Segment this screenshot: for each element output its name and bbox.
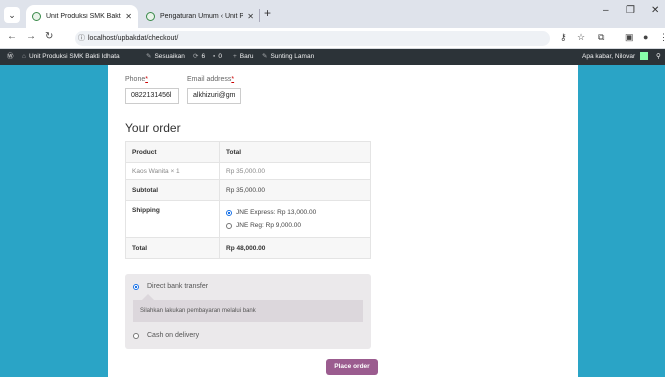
table-row: Kaos Wanita × 1 Rp 35,000.00 xyxy=(125,162,371,180)
site-name-label: Unit Produksi SMK Bakti Idhata xyxy=(28,53,120,60)
customize-label: Sesuaikan xyxy=(154,53,185,60)
phone-label: Phone* xyxy=(125,76,148,83)
sidepanel-icon[interactable]: ▣ xyxy=(625,32,634,43)
admin-edit-page[interactable]: ✎ Sunting Laman xyxy=(262,49,314,65)
avatar xyxy=(639,52,648,61)
admin-account[interactable]: Apa kabar, Nilovar xyxy=(582,49,648,65)
item-name-cell: Kaos Wanita × 1 xyxy=(125,162,220,180)
email-label: Email address* xyxy=(187,76,235,83)
tab-title: Pengaturan Umum ‹ Unit Produ xyxy=(160,13,244,20)
updates-icon: ⟳ xyxy=(193,53,199,60)
tab-search-icon[interactable]: ⌄ xyxy=(4,7,20,23)
total-value: Rp 48,000.00 xyxy=(219,237,371,259)
order-heading: Your order xyxy=(125,121,181,135)
shipping-option-jne-express[interactable]: JNE Express: Rp 13,000.00 xyxy=(226,206,364,219)
subtotal-label: Subtotal xyxy=(125,179,220,201)
subtotal-row: Subtotal Rp 35,000.00 xyxy=(125,179,371,201)
order-review-table: Product Total Kaos Wanita × 1 Rp 35,000.… xyxy=(125,141,371,259)
admin-new[interactable]: + Baru xyxy=(233,49,254,65)
url-text: localhost/upbakdat/checkout/ xyxy=(88,35,179,42)
browser-tab-strip: ⌄ Unit Produksi SMK Bakti Idhata ✕ Penga… xyxy=(0,0,665,28)
comments-count: 0 xyxy=(218,53,222,60)
extensions-icon[interactable]: ⧉ xyxy=(598,32,604,43)
site-info-icon[interactable]: ⓘ xyxy=(78,31,85,46)
bookmark-star-icon[interactable]: ☆ xyxy=(577,32,585,43)
checkout-main: Phone* 0822131456l Email address* alkhiz… xyxy=(108,65,395,377)
tab-close-icon[interactable]: ✕ xyxy=(247,12,254,21)
tab-title: Unit Produksi SMK Bakti Idhata xyxy=(46,13,122,20)
radio-empty-icon[interactable] xyxy=(133,332,139,339)
password-key-icon[interactable]: ⚷ xyxy=(560,32,567,43)
subtotal-value: Rp 35,000.00 xyxy=(219,179,371,201)
item-total-cell: Rp 35,000.00 xyxy=(219,162,371,180)
site-favicon-icon xyxy=(32,12,41,21)
comment-icon: ▪ xyxy=(213,53,216,60)
new-label: Baru xyxy=(239,53,254,60)
payment-option-bank-transfer[interactable]: Direct bank transfer xyxy=(133,283,208,290)
admin-site-name[interactable]: ⌂ Unit Produksi SMK Bakti Idhata xyxy=(22,49,120,65)
radio-empty-icon[interactable] xyxy=(226,222,232,229)
total-row: Total Rp 48,000.00 xyxy=(125,237,371,259)
payment-option-cod[interactable]: Cash on delivery xyxy=(133,332,199,339)
admin-search-icon[interactable]: ⚲ xyxy=(656,49,661,65)
total-label: Total xyxy=(125,237,220,259)
profile-avatar-icon[interactable]: ● xyxy=(643,32,648,42)
page-right-panel xyxy=(395,65,578,377)
tab-divider xyxy=(259,9,260,22)
restore-icon[interactable]: ❐ xyxy=(626,5,635,16)
column-header-product: Product xyxy=(125,141,220,163)
brush-icon: ✎ xyxy=(146,53,152,60)
shipping-option-jne-reg[interactable]: JNE Reg: Rp 9,000.00 xyxy=(226,219,364,232)
wordpress-logo-icon[interactable]: Ⓦ xyxy=(7,49,14,65)
radio-selected-icon[interactable] xyxy=(133,283,139,290)
site-favicon-icon xyxy=(146,12,155,21)
admin-customize[interactable]: ✎ Sesuaikan xyxy=(146,49,185,65)
payment-description: Silahkan lakukan pembayaran melalui bank xyxy=(133,300,363,322)
url-bar[interactable]: ⓘ localhost/upbakdat/checkout/ xyxy=(75,31,550,46)
minimize-icon[interactable]: – xyxy=(603,5,609,16)
edit-page-label: Sunting Laman xyxy=(270,53,315,60)
wp-admin-bar: Ⓦ ⌂ Unit Produksi SMK Bakti Idhata ✎ Sesua… xyxy=(0,49,665,65)
tab-settings[interactable]: Pengaturan Umum ‹ Unit Produ ✕ xyxy=(140,5,260,28)
shipping-label: Shipping xyxy=(125,200,220,238)
pencil-icon: ✎ xyxy=(262,53,268,60)
close-window-icon[interactable]: ✕ xyxy=(651,5,659,16)
dashboard-icon: ⌂ xyxy=(22,53,26,60)
reload-icon[interactable]: ↻ xyxy=(45,31,53,42)
shipping-row: Shipping JNE Express: Rp 13,000.00 JNE R… xyxy=(125,200,371,238)
tab-close-icon[interactable]: ✕ xyxy=(125,12,132,21)
plus-icon: + xyxy=(233,53,237,60)
address-bar-row: ← → ↻ ⓘ localhost/upbakdat/checkout/ ⚷ ☆… xyxy=(0,28,665,49)
place-order-button[interactable]: Place order xyxy=(326,359,378,375)
shipping-options: JNE Express: Rp 13,000.00 JNE Reg: Rp 9,… xyxy=(219,200,371,238)
greeting-label: Apa kabar, Nilovar xyxy=(582,53,636,60)
forward-icon[interactable]: → xyxy=(26,31,36,42)
admin-comments[interactable]: ▪ 0 xyxy=(213,49,222,65)
table-header-row: Product Total xyxy=(125,141,371,163)
menu-icon[interactable]: ⋮ xyxy=(659,32,665,43)
new-tab-icon[interactable]: + xyxy=(264,6,271,20)
column-header-total: Total xyxy=(219,141,371,163)
tab-checkout[interactable]: Unit Produksi SMK Bakti Idhata ✕ xyxy=(26,5,138,28)
payment-methods: Direct bank transfer Silahkan lakukan pe… xyxy=(125,274,371,349)
email-field[interactable]: alkhizuri@gm xyxy=(187,88,241,104)
admin-updates[interactable]: ⟳ 6 xyxy=(193,49,205,65)
back-icon[interactable]: ← xyxy=(7,31,17,42)
phone-field[interactable]: 0822131456l xyxy=(125,88,179,104)
updates-count: 6 xyxy=(201,53,206,60)
radio-selected-icon[interactable] xyxy=(226,209,232,216)
